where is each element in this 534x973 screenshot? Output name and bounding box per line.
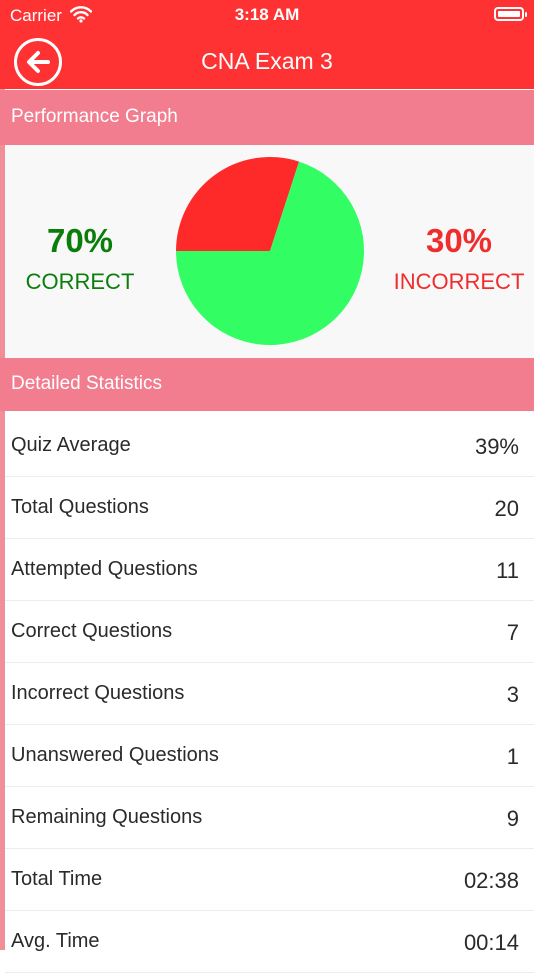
correct-percent: 70%: [46, 222, 114, 259]
stat-value: 11: [496, 558, 519, 583]
performance-graph-header: Performance Graph: [0, 90, 534, 145]
stat-value: 39%: [474, 434, 519, 459]
stat-value: 1: [506, 744, 519, 769]
stat-row: Correct Questions 7: [5, 601, 534, 663]
top-bar: Carrier 3:18 AM CNA Exam 3: [0, 0, 534, 89]
status-bar: Carrier 3:18 AM: [0, 0, 534, 30]
statistics-list: Quiz Average 39% Total Questions 20 Attempte…: [5, 415, 534, 973]
stat-row: Total Time 02:38: [5, 849, 534, 911]
stat-label: Unanswered Questions: [11, 744, 219, 766]
stat-value: 00:14: [463, 930, 519, 955]
detailed-statistics-header: Detailed Statistics: [0, 358, 534, 411]
pie-chart: [176, 157, 364, 345]
performance-graph-title: Performance Graph: [11, 106, 178, 127]
page-title: CNA Exam 3: [201, 48, 333, 74]
incorrect-percent: 30%: [425, 222, 493, 259]
stat-label: Quiz Average: [11, 434, 131, 456]
stat-row: Quiz Average 39%: [5, 415, 534, 477]
stat-value: 20: [494, 496, 519, 521]
stat-row: Avg. Time 00:14: [5, 911, 534, 973]
stat-label: Attempted Questions: [11, 558, 198, 580]
performance-graph: 70% CORRECT 30% INCORRECT: [5, 145, 534, 358]
stat-row: Unanswered Questions 1: [5, 725, 534, 787]
stat-row: Attempted Questions 11: [5, 539, 534, 601]
detailed-statistics-title: Detailed Statistics: [11, 373, 163, 394]
stat-value: 3: [506, 682, 519, 707]
battery-icon: [494, 7, 527, 21]
stat-label: Incorrect Questions: [11, 682, 185, 704]
stat-label: Total Questions: [11, 496, 149, 518]
stat-row: Remaining Questions 9: [5, 787, 534, 849]
stat-label: Remaining Questions: [11, 806, 203, 828]
stat-value: 02:38: [463, 868, 519, 893]
status-time: 3:18 AM: [234, 5, 300, 24]
correct-label: CORRECT: [25, 269, 135, 294]
stat-value: 9: [506, 806, 519, 831]
stat-label: Total Time: [11, 868, 103, 890]
stat-row: Total Questions 20: [5, 477, 534, 539]
incorrect-label: INCORRECT: [393, 269, 525, 294]
stat-value: 7: [506, 620, 519, 645]
stat-label: Correct Questions: [11, 620, 173, 642]
stat-row: Incorrect Questions 3: [5, 663, 534, 725]
